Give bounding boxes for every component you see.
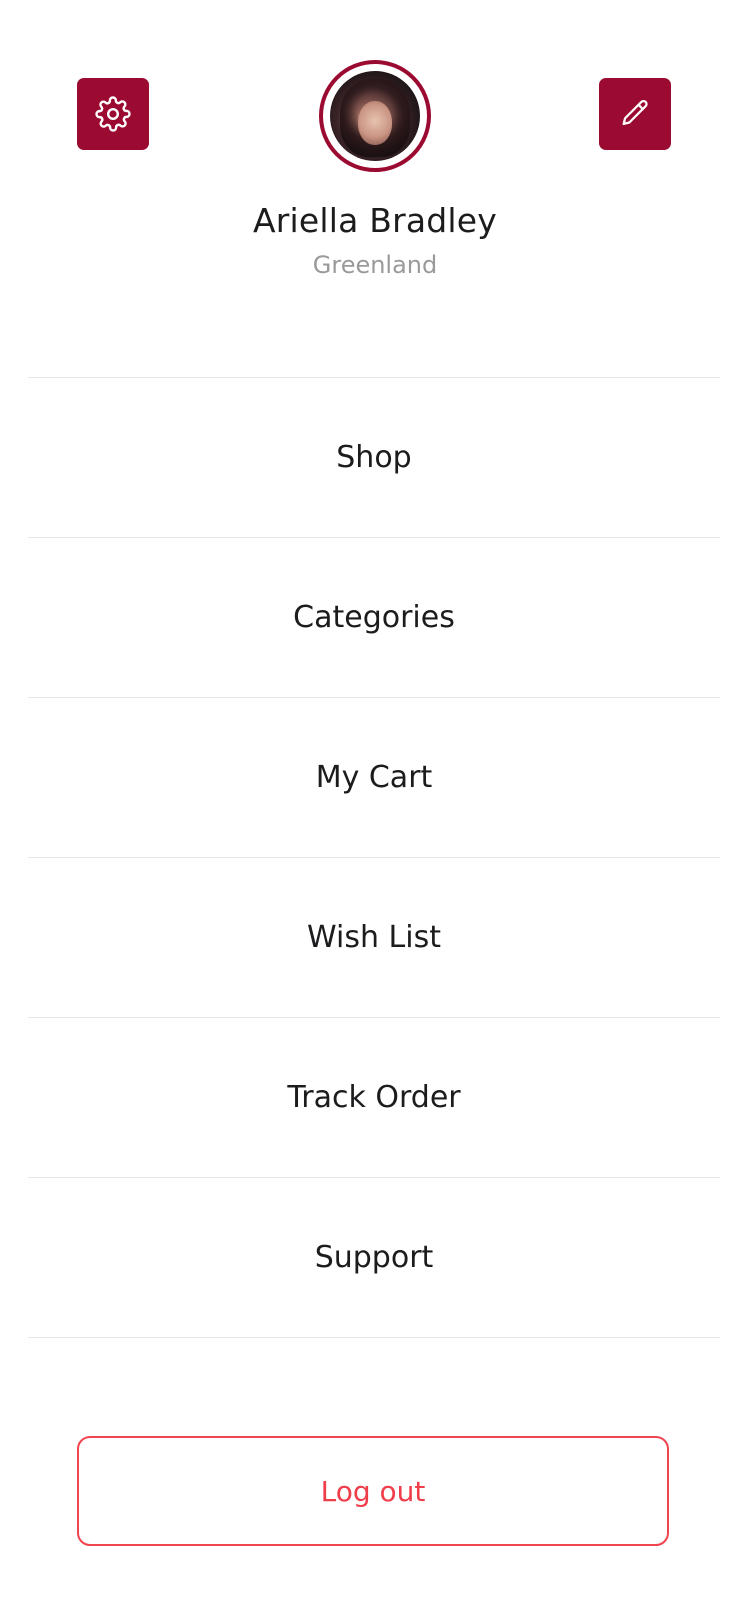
menu-item-wish-list[interactable]: Wish List <box>28 858 720 1018</box>
edit-profile-button[interactable] <box>599 78 671 150</box>
profile-name: Ariella Bradley <box>252 201 498 240</box>
avatar-image <box>330 71 420 161</box>
profile-menu: Shop Categories My Cart Wish List Track … <box>28 377 720 1338</box>
profile-header: Ariella Bradley Greenland <box>0 0 750 360</box>
pencil-icon <box>618 97 652 131</box>
avatar[interactable] <box>319 60 431 172</box>
menu-item-categories[interactable]: Categories <box>28 538 720 698</box>
menu-item-shop[interactable]: Shop <box>28 378 720 538</box>
menu-item-support[interactable]: Support <box>28 1178 720 1338</box>
settings-button[interactable] <box>77 78 149 150</box>
profile-location: Greenland <box>312 251 438 279</box>
logout-button[interactable]: Log out <box>77 1436 669 1546</box>
gear-icon <box>95 96 131 132</box>
menu-item-track-order[interactable]: Track Order <box>28 1018 720 1178</box>
menu-item-my-cart[interactable]: My Cart <box>28 698 720 858</box>
